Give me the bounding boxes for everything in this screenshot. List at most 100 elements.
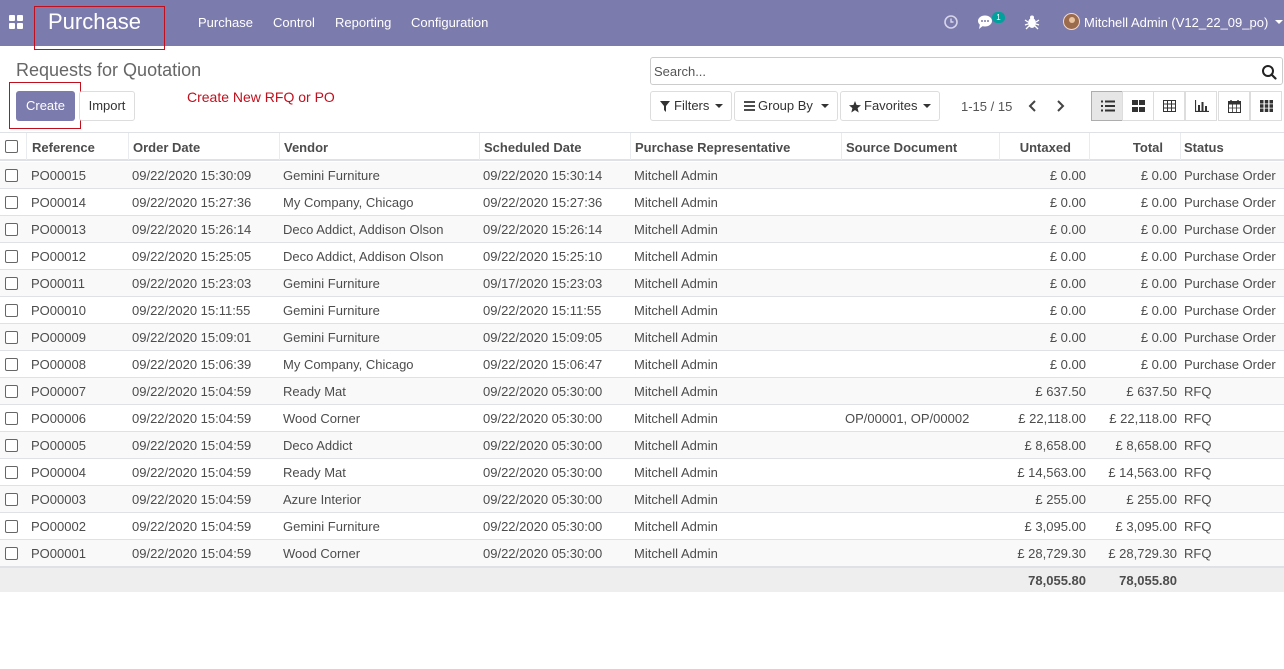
cell-vendor: Deco Addict, Addison Olson — [283, 222, 444, 237]
table-row[interactable]: PO00005 09/22/2020 15:04:59 Deco Addict 09/… — [0, 432, 1284, 459]
groupby-label: Group By — [758, 98, 813, 113]
cell-status: RFQ — [1184, 492, 1212, 507]
user-menu[interactable]: Mitchell Admin (V12_22_09_po) — [1084, 15, 1268, 30]
favorites-dropdown[interactable]: Favorites — [840, 91, 940, 121]
table-row[interactable]: PO00001 09/22/2020 15:04:59 Wood Corner 09/… — [0, 540, 1284, 567]
column-header-untaxed[interactable]: Untaxed — [1020, 140, 1071, 155]
row-checkbox[interactable] — [5, 466, 18, 479]
column-header-purchase-representative[interactable]: Purchase Representative — [635, 140, 790, 155]
table-row[interactable]: PO00014 09/22/2020 15:27:36 My Company, Ch… — [0, 189, 1284, 216]
search-icon[interactable] — [1261, 64, 1277, 80]
cell-purchase-representative: Mitchell Admin — [634, 276, 718, 291]
row-checkbox[interactable] — [5, 385, 18, 398]
cell-reference: PO00004 — [31, 465, 86, 480]
filters-dropdown[interactable]: Filters — [650, 91, 732, 121]
cell-status: Purchase Order — [1184, 249, 1276, 264]
table-row[interactable]: PO00007 09/22/2020 15:04:59 Ready Mat 09/22… — [0, 378, 1284, 405]
table-row[interactable]: PO00012 09/22/2020 15:25:05 Deco Addict, A… — [0, 243, 1284, 270]
brand-highlight-box — [34, 6, 165, 50]
filters-label: Filters — [674, 98, 710, 113]
cell-untaxed: £ 28,729.30 — [1017, 546, 1086, 561]
cell-status: Purchase Order — [1184, 276, 1276, 291]
column-header-source-document[interactable]: Source Document — [846, 140, 957, 155]
row-checkbox[interactable] — [5, 493, 18, 506]
table-row[interactable]: PO00004 09/22/2020 15:04:59 Ready Mat 09/22… — [0, 459, 1284, 486]
column-header-reference[interactable]: Reference — [32, 140, 95, 155]
kanban-view-button[interactable] — [1122, 91, 1154, 121]
cell-total: £ 0.00 — [1140, 276, 1177, 291]
pager-value[interactable]: 1-15 / 15 — [961, 99, 1012, 114]
table-row[interactable]: PO00013 09/22/2020 15:26:14 Deco Addict, A… — [0, 216, 1284, 243]
import-button[interactable]: Import — [79, 91, 135, 121]
table-row[interactable]: PO00003 09/22/2020 15:04:59 Azure Interior… — [0, 486, 1284, 513]
activity-clock-icon[interactable] — [942, 13, 960, 31]
top-navbar: Purchase Purchase Control Reporting Conf… — [0, 0, 1284, 50]
table-row[interactable]: PO00011 09/22/2020 15:23:03 Gemini Furnitu… — [0, 270, 1284, 297]
graph-view-button[interactable] — [1185, 91, 1217, 121]
row-checkbox[interactable] — [5, 547, 18, 560]
search-input[interactable] — [654, 62, 1244, 80]
apps-menu-icon[interactable] — [9, 15, 23, 29]
groupby-dropdown[interactable]: Group By — [734, 91, 838, 121]
table-row[interactable]: PO00010 09/22/2020 15:11:55 Gemini Furnitu… — [0, 297, 1284, 324]
column-separator — [1089, 133, 1090, 160]
row-checkbox[interactable] — [5, 439, 18, 452]
activity-view-button[interactable] — [1250, 91, 1282, 121]
column-header-status[interactable]: Status — [1184, 140, 1224, 155]
pager-next-icon[interactable] — [1053, 97, 1067, 115]
table-row[interactable]: PO00008 09/22/2020 15:06:39 My Company, Ch… — [0, 351, 1284, 378]
cell-total: £ 0.00 — [1140, 357, 1177, 372]
cell-source-document: OP/00001, OP/00002 — [845, 411, 970, 426]
cell-vendor: Wood Corner — [283, 546, 361, 561]
cell-total: £ 28,729.30 — [1108, 546, 1177, 561]
column-header-total[interactable]: Total — [1133, 140, 1163, 155]
row-checkbox[interactable] — [5, 304, 18, 317]
user-menu-caret-icon[interactable] — [1275, 20, 1283, 24]
table-header: Reference Order Date Vendor Scheduled Da… — [0, 132, 1284, 161]
total-untaxed: 78,055.80 — [1028, 573, 1086, 588]
menu-reporting[interactable]: Reporting — [335, 15, 391, 30]
cell-status: RFQ — [1184, 438, 1212, 453]
column-header-order-date[interactable]: Order Date — [133, 140, 200, 155]
cell-order-date: 09/22/2020 15:06:39 — [132, 357, 252, 372]
total-amount: 78,055.80 — [1119, 573, 1177, 588]
row-checkbox[interactable] — [5, 250, 18, 263]
cell-total: £ 0.00 — [1140, 249, 1177, 264]
row-checkbox[interactable] — [5, 223, 18, 236]
user-avatar[interactable] — [1063, 13, 1080, 30]
list-view-button[interactable] — [1091, 91, 1123, 121]
pivot-view-button[interactable] — [1153, 91, 1185, 121]
row-checkbox[interactable] — [5, 169, 18, 182]
menu-configuration[interactable]: Configuration — [411, 15, 488, 30]
row-checkbox[interactable] — [5, 520, 18, 533]
column-header-vendor[interactable]: Vendor — [284, 140, 328, 155]
cell-untaxed: £ 255.00 — [1035, 492, 1086, 507]
cell-purchase-representative: Mitchell Admin — [634, 546, 718, 561]
row-checkbox[interactable] — [5, 358, 18, 371]
cell-untaxed: £ 0.00 — [1049, 195, 1086, 210]
calendar-view-icon — [1228, 100, 1241, 113]
table-row[interactable]: PO00015 09/22/2020 15:30:09 Gemini Furnitu… — [0, 162, 1284, 189]
list-view-icon — [1101, 100, 1115, 112]
menu-purchase[interactable]: Purchase — [198, 15, 253, 30]
pager-previous-icon[interactable] — [1026, 97, 1040, 115]
cell-scheduled-date: 09/22/2020 05:30:00 — [483, 492, 603, 507]
table-row[interactable]: PO00006 09/22/2020 15:04:59 Wood Corner 09/… — [0, 405, 1284, 432]
column-header-scheduled-date[interactable]: Scheduled Date — [484, 140, 582, 155]
debug-bug-icon[interactable] — [1023, 13, 1041, 31]
calendar-view-button[interactable] — [1218, 91, 1250, 121]
graph-view-icon — [1195, 100, 1209, 112]
cell-order-date: 09/22/2020 15:04:59 — [132, 519, 252, 534]
cell-order-date: 09/22/2020 15:11:55 — [132, 303, 251, 318]
row-checkbox[interactable] — [5, 196, 18, 209]
table-row[interactable]: PO00009 09/22/2020 15:09:01 Gemini Furnitu… — [0, 324, 1284, 351]
table-row[interactable]: PO00002 09/22/2020 15:04:59 Gemini Furnitu… — [0, 513, 1284, 540]
row-checkbox[interactable] — [5, 277, 18, 290]
row-checkbox[interactable] — [5, 412, 18, 425]
menu-control[interactable]: Control — [273, 15, 315, 30]
cell-untaxed: £ 3,095.00 — [1024, 519, 1086, 534]
select-all-checkbox[interactable] — [5, 140, 18, 153]
cell-order-date: 09/22/2020 15:04:59 — [132, 492, 252, 507]
cell-order-date: 09/22/2020 15:04:59 — [132, 546, 252, 561]
row-checkbox[interactable] — [5, 331, 18, 344]
